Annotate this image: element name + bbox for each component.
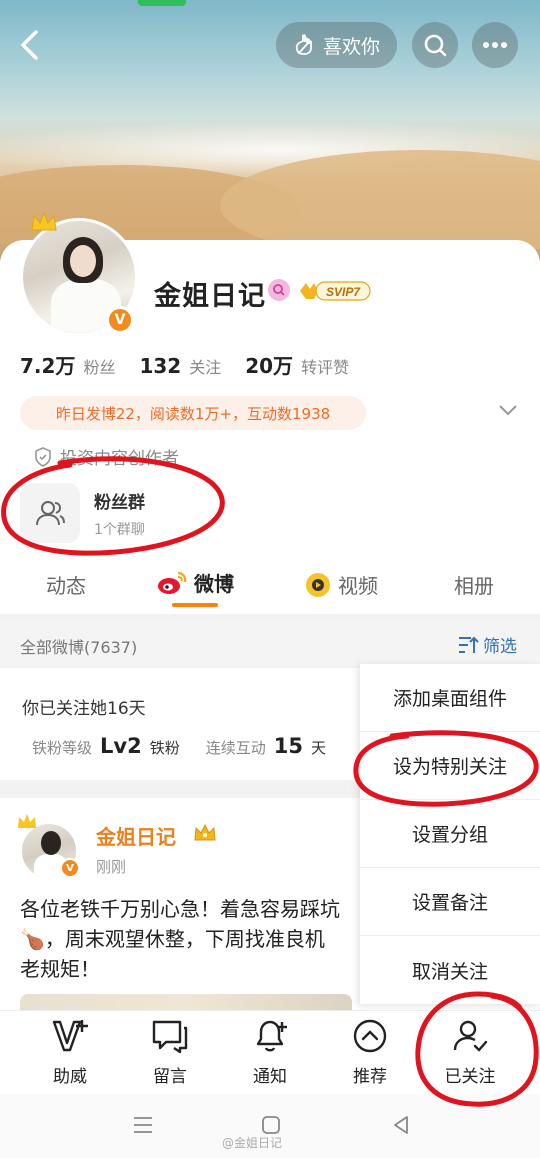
shield-check-icon bbox=[35, 446, 51, 467]
interactions-count[interactable]: 20万 bbox=[245, 350, 293, 379]
tab-dynamics[interactable]: 动态 bbox=[46, 570, 86, 599]
more-button[interactable] bbox=[472, 22, 518, 68]
svip-badge[interactable]: SVIP7 bbox=[298, 279, 372, 303]
notify-button[interactable]: 通知 bbox=[230, 1016, 310, 1087]
following-label: 关注 bbox=[189, 358, 222, 377]
streak-unit: 天 bbox=[310, 739, 326, 757]
profile-name: 金姐日记 bbox=[154, 281, 266, 312]
tab-weibo-label: 微博 bbox=[194, 572, 234, 596]
recommend-button[interactable]: 推荐 bbox=[330, 1016, 410, 1087]
message-icon bbox=[152, 1020, 188, 1054]
bell-plus-icon bbox=[256, 1020, 287, 1052]
streak-label: 连续互动 bbox=[205, 739, 266, 757]
tab-album[interactable]: 相册 bbox=[454, 570, 494, 599]
cheer-label: 助威 bbox=[53, 1067, 87, 1087]
weibo-logo-icon bbox=[158, 571, 187, 594]
fans-group-title: 粉丝群 bbox=[94, 492, 145, 513]
comment-button[interactable]: 留言 bbox=[130, 1016, 210, 1087]
comment-label: 留言 bbox=[153, 1067, 187, 1087]
tab-video-label: 视频 bbox=[338, 574, 378, 598]
member-crown-icon bbox=[194, 823, 216, 841]
menu-lines-icon[interactable] bbox=[132, 1114, 154, 1136]
interactions-label: 转评赞 bbox=[301, 358, 350, 377]
svg-text:SVIP7: SVIP7 bbox=[326, 285, 361, 299]
fans-label: 粉丝 bbox=[83, 358, 116, 377]
group-icon bbox=[20, 483, 80, 543]
following-label: 已关注 bbox=[444, 1067, 496, 1087]
profile-stats: 7.2万 粉丝 132 关注 20万 转评赞 bbox=[20, 350, 373, 379]
menu-set-group[interactable]: 设置分组 bbox=[360, 800, 540, 868]
fan-level-value: Lv2 bbox=[100, 734, 142, 758]
fan-level-name: 铁粉 bbox=[149, 739, 180, 757]
menu-special-follow[interactable]: 设为特别关注 bbox=[360, 732, 540, 800]
activity-summary[interactable]: 昨日发博22，阅读数1万+，互动数1938 bbox=[20, 396, 366, 430]
following-button[interactable]: 已关注 bbox=[430, 1016, 510, 1087]
status-bar bbox=[0, 0, 540, 8]
recommend-label: 推荐 bbox=[353, 1067, 387, 1087]
post-text-line3: 老规矩！ bbox=[20, 957, 100, 981]
filter-button-label: 筛选 bbox=[483, 637, 517, 657]
following-count[interactable]: 132 bbox=[139, 354, 181, 378]
follow-days-text: 你已关注她16天 bbox=[22, 699, 146, 719]
tab-album-label: 相册 bbox=[454, 574, 494, 598]
chevron-down-icon[interactable] bbox=[498, 403, 518, 417]
tab-weibo[interactable]: 微博 bbox=[156, 568, 234, 597]
fan-level-row[interactable]: 铁粉等级 Lv2 铁粉 连续互动 15 天 bbox=[32, 734, 326, 758]
back-button[interactable] bbox=[14, 28, 48, 62]
verified-v-icon: V bbox=[106, 306, 134, 334]
crown-icon bbox=[31, 211, 57, 231]
post-text-line2: ，周末观望休整，下周找准良机 bbox=[44, 927, 325, 951]
post-time: 刚刚 bbox=[96, 858, 127, 876]
tab-dynamics-label: 动态 bbox=[46, 574, 86, 598]
post-crown-icon bbox=[18, 814, 36, 828]
fans-count[interactable]: 7.2万 bbox=[20, 350, 75, 379]
home-square-icon[interactable] bbox=[260, 1114, 282, 1136]
more-dots-icon bbox=[483, 42, 507, 48]
watermark: @金姐日记 bbox=[222, 1136, 283, 1150]
menu-unfollow[interactable]: 取消关注 bbox=[360, 936, 540, 1004]
creator-tag-label: 投资内容创作者 bbox=[60, 449, 179, 469]
active-tab-indicator bbox=[172, 603, 218, 607]
notify-label: 通知 bbox=[253, 1067, 287, 1087]
tab-video[interactable]: 视频 bbox=[304, 570, 378, 599]
creator-tag[interactable]: 投资内容创作者 bbox=[34, 444, 179, 469]
back-triangle-icon[interactable] bbox=[390, 1114, 412, 1136]
menu-add-widget[interactable]: 添加桌面组件 bbox=[360, 664, 540, 732]
all-posts-label[interactable]: 全部微博(7637) bbox=[20, 634, 137, 658]
pink-medal-icon[interactable] bbox=[268, 279, 290, 301]
video-icon bbox=[306, 572, 330, 597]
search-button[interactable] bbox=[412, 22, 458, 68]
streak-value: 15 bbox=[273, 734, 303, 758]
action-menu: 添加桌面组件 设为特别关注 设置分组 设置备注 取消关注 bbox=[360, 664, 540, 1004]
cheer-button[interactable]: 助威 bbox=[30, 1016, 110, 1087]
filter-button[interactable]: 筛选 bbox=[457, 632, 517, 657]
fans-group-card[interactable]: 粉丝群 1个群聊 bbox=[20, 480, 260, 546]
search-icon bbox=[424, 34, 447, 57]
chevron-up-circle-icon bbox=[353, 1019, 387, 1053]
cheer-v-icon bbox=[52, 1020, 88, 1052]
post-text-line2-row: 🍗，周末观望休整，下周找准良机 bbox=[20, 924, 370, 954]
fans-group-subtitle: 1个群聊 bbox=[94, 521, 145, 538]
like-you-button[interactable]: 喜欢你 bbox=[276, 22, 397, 68]
like-you-label: 喜欢你 bbox=[322, 35, 380, 58]
post-text[interactable]: 各位老铁千万别心急！着急容易踩坑 🍗，周末观望休整，下周找准良机 老规矩！ bbox=[20, 894, 370, 984]
post-text-line1: 各位老铁千万别心急！着急容易踩坑 bbox=[20, 897, 340, 921]
hand-heart-icon bbox=[295, 34, 312, 55]
drumstick-emoji-icon: 🍗 bbox=[20, 927, 45, 951]
user-check-icon bbox=[453, 1020, 488, 1052]
menu-set-remark[interactable]: 设置备注 bbox=[360, 868, 540, 936]
post-author[interactable]: 金姐日记 bbox=[96, 821, 176, 850]
back-arrow-icon bbox=[21, 30, 38, 60]
filter-icon bbox=[459, 636, 479, 653]
post-verified-icon: V bbox=[60, 858, 80, 878]
fan-level-label: 铁粉等级 bbox=[32, 739, 93, 757]
